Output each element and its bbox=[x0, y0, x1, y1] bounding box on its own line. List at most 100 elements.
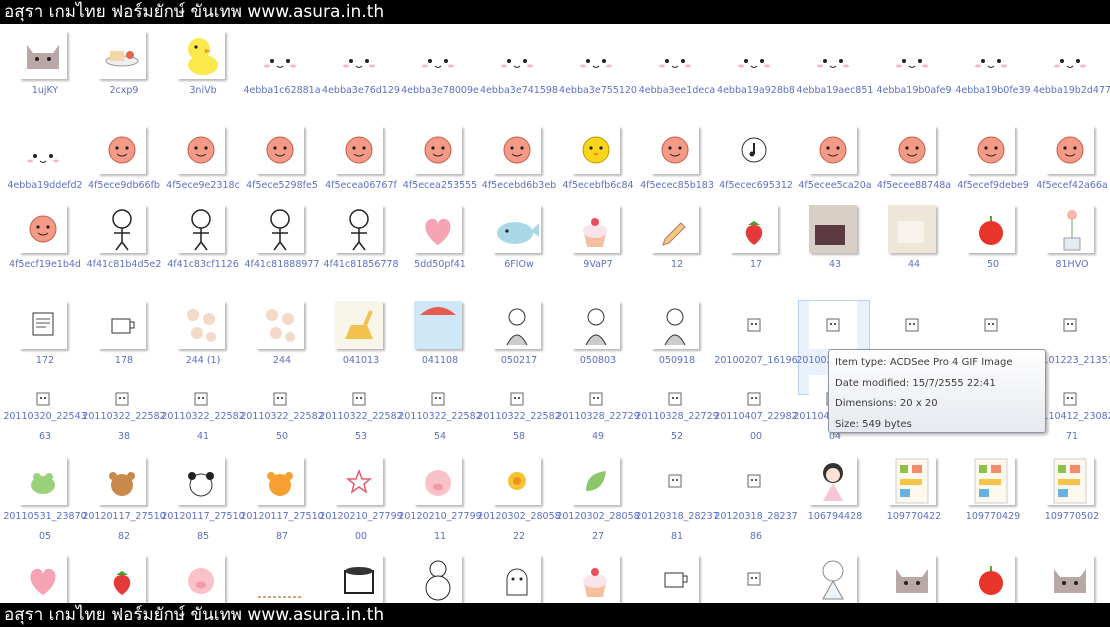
file-tile[interactable] bbox=[877, 554, 949, 603]
file-name-label: 4f5ecec695312 bbox=[719, 180, 793, 191]
file-tile[interactable] bbox=[1035, 554, 1107, 603]
file-tile[interactable]: 4ebba19aec851 bbox=[797, 30, 873, 125]
file-tile[interactable]: 81HVO bbox=[1035, 204, 1107, 299]
file-tile[interactable]: 4ebba19a928b8 bbox=[717, 30, 795, 125]
file-tile[interactable]: 4ebba1c62881a bbox=[243, 30, 321, 125]
file-tile[interactable]: 20110322_2258250 bbox=[240, 374, 324, 469]
file-tile[interactable]: 4f5ecf19e1b4d bbox=[8, 204, 81, 299]
file-tile[interactable]: 4ebba3e78009e bbox=[401, 30, 479, 125]
file-name-label: 20120117_2751082 bbox=[82, 511, 166, 542]
tooltip-item-type: Item type: ACDSee Pro 4 GIF Image bbox=[835, 357, 1013, 368]
file-name-label: 4f5ece9db66fb bbox=[88, 180, 160, 191]
file-tile[interactable]: 20110322_2258258 bbox=[477, 374, 561, 469]
file-name-label: 4f5ece9e2318c bbox=[166, 180, 240, 191]
file-tile[interactable]: 12 bbox=[640, 204, 712, 299]
tiny-icon bbox=[651, 457, 699, 505]
file-tile[interactable]: 4ebba19b0afe9 bbox=[877, 30, 952, 125]
file-tile[interactable] bbox=[87, 554, 159, 603]
ball-icon bbox=[256, 126, 304, 174]
file-tile[interactable]: 5dd50pf41 bbox=[403, 204, 475, 299]
file-tile[interactable]: 1ujKY bbox=[8, 30, 80, 125]
file-tile[interactable] bbox=[956, 554, 1028, 603]
site-banner-top: อสุรา เกมไทย ฟอร์มยักษ์ ขันเทพ www.asura… bbox=[0, 0, 1110, 24]
file-tile[interactable]: 2cxp9 bbox=[87, 30, 159, 125]
file-name-label: 20110328_2272949 bbox=[556, 411, 640, 442]
file-tile[interactable]: 4ebba3e755120 bbox=[559, 30, 637, 125]
file-tile[interactable]: 20120210_2779900 bbox=[319, 456, 403, 551]
file-tile[interactable]: 43 bbox=[798, 204, 870, 299]
stick-icon bbox=[177, 205, 225, 253]
file-tile[interactable]: 20110531_2387005 bbox=[3, 456, 87, 551]
file-tile[interactable]: 4f41c81888977 bbox=[244, 204, 320, 299]
file-tile[interactable]: 6FIOw bbox=[482, 204, 554, 299]
file-name-label: 050217 bbox=[500, 355, 538, 366]
file-tile[interactable] bbox=[403, 554, 475, 603]
ball-icon bbox=[414, 126, 462, 174]
file-info-tooltip: Item type: ACDSee Pro 4 GIF Image Date m… bbox=[828, 349, 1046, 433]
ball-icon bbox=[19, 205, 67, 253]
file-name-label: 4f5ecebfb6c84 bbox=[562, 180, 634, 191]
file-tile[interactable]: 20120302_2805822 bbox=[477, 456, 561, 551]
file-tile[interactable]: 4f41c81b4d5e2 bbox=[87, 204, 161, 299]
file-tile[interactable]: 4f41c81856778 bbox=[323, 204, 399, 299]
file-tile[interactable]: 20110322_2258254 bbox=[398, 374, 482, 469]
file-tile[interactable]: 20120117_2751082 bbox=[82, 456, 166, 551]
file-tile[interactable]: 4f41c83cf1126 bbox=[166, 204, 239, 299]
file-tile[interactable]: 109770429 bbox=[956, 456, 1028, 551]
file-tile[interactable]: 4ebba3e741598 bbox=[480, 30, 558, 125]
file-tile[interactable]: 20120318_2823781 bbox=[635, 456, 719, 551]
file-name-label: 9VaP7 bbox=[583, 259, 613, 270]
file-tile[interactable]: 4ebba19b2d477 bbox=[1033, 30, 1110, 125]
file-tile[interactable]: 50 bbox=[956, 204, 1028, 299]
file-name-label: 4ebba19b0afe9 bbox=[876, 85, 952, 96]
file-name-label: 041108 bbox=[421, 355, 459, 366]
file-tile[interactable]: 20110322_2258241 bbox=[161, 374, 245, 469]
file-name-label: 4f41c81888977 bbox=[244, 259, 320, 270]
file-tile[interactable]: 4ebba3e76d129 bbox=[322, 30, 400, 125]
file-tile[interactable]: 3niVb bbox=[166, 30, 238, 125]
file-tile[interactable]: 4ebba19b0fe39 bbox=[955, 30, 1031, 125]
face-icon bbox=[809, 31, 857, 79]
file-tile[interactable] bbox=[482, 554, 554, 603]
heart-icon bbox=[414, 205, 462, 253]
file-tile[interactable] bbox=[245, 554, 317, 603]
file-tile[interactable]: 17 bbox=[719, 204, 791, 299]
file-name-label: 4f41c83cf1126 bbox=[167, 259, 239, 270]
file-name-label: 20110407_2298200 bbox=[714, 411, 798, 442]
file-tile[interactable] bbox=[798, 554, 870, 603]
ghost-icon bbox=[493, 555, 541, 603]
file-tile[interactable] bbox=[719, 554, 791, 603]
file-tile[interactable] bbox=[640, 554, 712, 603]
file-tile[interactable]: 4ebba3ee1deca bbox=[639, 30, 715, 125]
file-tile[interactable]: 20120117_2751085 bbox=[161, 456, 245, 551]
file-tile[interactable]: 20110407_2298200 bbox=[714, 374, 798, 469]
file-tile[interactable] bbox=[8, 554, 80, 603]
file-tile[interactable]: 44 bbox=[877, 204, 949, 299]
file-tile[interactable]: 20110320_2254363 bbox=[3, 374, 87, 469]
strawberry-icon bbox=[98, 555, 146, 603]
cupcake-icon bbox=[572, 555, 620, 603]
stick-icon bbox=[256, 205, 304, 253]
face-icon bbox=[1046, 31, 1094, 79]
file-tile[interactable]: 20120117_2751087 bbox=[240, 456, 324, 551]
file-tile[interactable] bbox=[166, 554, 238, 603]
stick-icon bbox=[335, 205, 383, 253]
file-tile[interactable] bbox=[561, 554, 633, 603]
file-tile[interactable]: 109770422 bbox=[877, 456, 949, 551]
file-tile[interactable]: 20110322_2258238 bbox=[82, 374, 166, 469]
file-tile[interactable]: 20110328_2272949 bbox=[556, 374, 640, 469]
file-tile[interactable]: 20120210_2779911 bbox=[398, 456, 482, 551]
file-tile[interactable]: 9VaP7 bbox=[561, 204, 633, 299]
file-name-label: 4ebba3e755120 bbox=[559, 85, 637, 96]
file-tile[interactable]: 106794428 bbox=[798, 456, 870, 551]
file-name-label: 4ebba19b2d477 bbox=[1032, 85, 1110, 96]
umbrella-icon bbox=[414, 301, 462, 349]
file-tile[interactable]: 109770502 bbox=[1035, 456, 1107, 551]
file-tile[interactable]: 20120318_2823786 bbox=[714, 456, 798, 551]
file-name-label: 4f5ecf19e1b4d bbox=[9, 259, 81, 270]
file-tile[interactable]: 20110328_2272952 bbox=[635, 374, 719, 469]
file-tile[interactable]: 20120302_2805827 bbox=[556, 456, 640, 551]
file-tile[interactable]: 20110322_2258253 bbox=[319, 374, 403, 469]
file-tile[interactable] bbox=[324, 554, 396, 603]
site-banner-bottom: อสุรา เกมไทย ฟอร์มยักษ์ ขันเทพ www.asura… bbox=[0, 603, 1110, 627]
